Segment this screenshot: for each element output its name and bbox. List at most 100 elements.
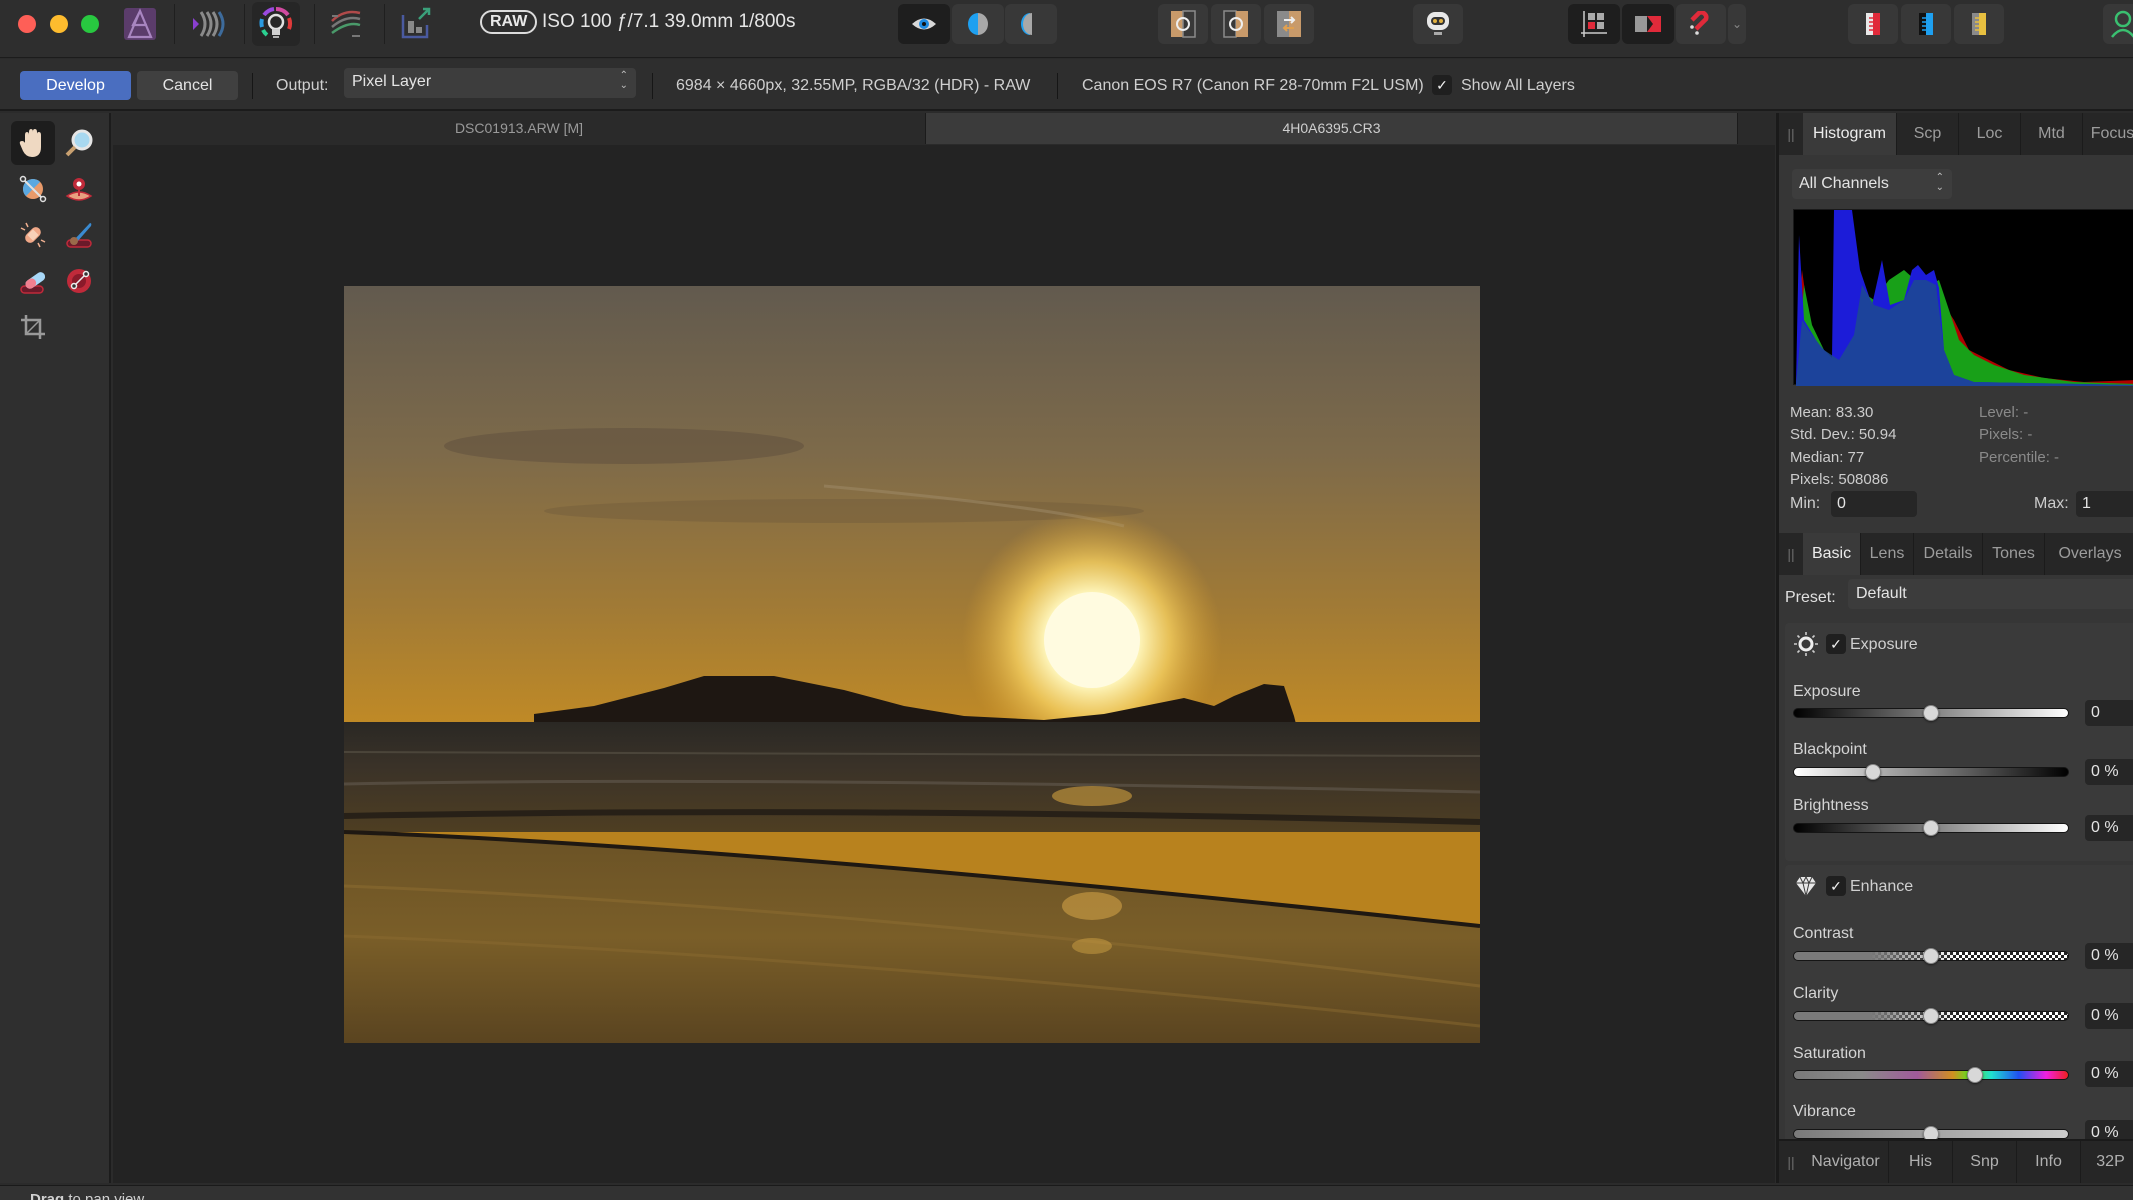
show-all-layers-checkbox[interactable]: ✓: [1432, 75, 1452, 95]
tab-tones[interactable]: Tones: [1983, 533, 2045, 575]
preset-value: Default: [1856, 585, 1907, 602]
overlay-paint-tool[interactable]: [57, 213, 101, 257]
develop-panel-tabs: || Basic Lens Details Tones Overlays: [1779, 533, 2133, 575]
develop-button[interactable]: Develop: [20, 71, 131, 100]
channel-select[interactable]: All Channels ⌃ ⌄: [1792, 169, 1952, 199]
cancel-button[interactable]: Cancel: [137, 71, 238, 100]
rotate-right-button[interactable]: [1211, 4, 1261, 44]
tab-navigator[interactable]: Navigator: [1803, 1141, 1889, 1183]
clipping-overlay-button[interactable]: [1568, 4, 1620, 44]
output-select[interactable]: Pixel Layer ⌃ ⌄: [344, 68, 636, 98]
mirror-view-button[interactable]: [1005, 4, 1057, 44]
document-tab-active[interactable]: 4H0A6395.CR3: [926, 113, 1738, 144]
mirror-view-icon: [1021, 13, 1032, 35]
user-account-button[interactable]: [2103, 4, 2133, 44]
max-label: Max:: [2034, 495, 2069, 512]
clip-midtones-button[interactable]: [1901, 4, 1951, 44]
stat-std-dev: Std. Dev.: 50.94: [1790, 426, 1897, 443]
tab-metadata[interactable]: Mtd: [2021, 113, 2083, 155]
clip-highlights-button[interactable]: [1954, 4, 2004, 44]
tab-snapshots[interactable]: Snp: [1953, 1141, 2017, 1183]
brightness-label: Brightness: [1793, 797, 1869, 814]
exposure-group-title: Exposure: [1850, 636, 1918, 653]
tab-32bit-preview[interactable]: 32P: [2081, 1141, 2133, 1183]
split-view-button[interactable]: [952, 4, 1004, 44]
blackpoint-slider-knob[interactable]: [1865, 764, 1882, 780]
develop-persona-button[interactable]: [252, 2, 300, 46]
red-eye-tool[interactable]: [57, 167, 101, 211]
exposure-enable-checkbox[interactable]: ✓: [1826, 634, 1846, 654]
blackpoint-slider[interactable]: [1793, 767, 2069, 777]
photo-preview[interactable]: [344, 286, 1480, 1043]
hand-tool[interactable]: [11, 121, 55, 165]
min-input[interactable]: 0: [1831, 491, 1917, 517]
export-persona-button[interactable]: [392, 2, 440, 46]
bottom-panel-tabs: || Navigator His Snp Info 32P: [1779, 1139, 2133, 1183]
stat-pixels-hover: Pixels: -: [1979, 426, 2033, 443]
blackpoint-value[interactable]: 0 %: [2085, 759, 2133, 785]
max-input[interactable]: 1: [2076, 491, 2133, 517]
paintbrush-icon: [66, 223, 92, 248]
drag-grip-icon[interactable]: ||: [1779, 1141, 1803, 1183]
drag-grip-icon[interactable]: ||: [1779, 113, 1803, 155]
stat-pixels: Pixels: 508086: [1790, 471, 1889, 488]
preset-select[interactable]: Default: [1848, 579, 2133, 609]
contrast-slider-knob[interactable]: [1923, 948, 1939, 964]
vibrance-label: Vibrance: [1793, 1103, 1856, 1120]
shadow-clip-button[interactable]: [1622, 4, 1674, 44]
saturation-label: Saturation: [1793, 1045, 1866, 1062]
document-tab[interactable]: DSC01913.ARW [M]: [113, 113, 926, 144]
rotate-left-button[interactable]: [1158, 4, 1208, 44]
crop-tool[interactable]: [11, 305, 55, 349]
canvas[interactable]: [113, 145, 1775, 1183]
tab-histogram[interactable]: Histogram: [1803, 113, 1897, 155]
tone-mapping-persona-button[interactable]: [322, 2, 370, 46]
clarity-value[interactable]: 0 %: [2085, 1003, 2133, 1029]
exposure-slider-knob[interactable]: [1923, 705, 1939, 721]
tab-scope[interactable]: Scp: [1897, 113, 1959, 155]
eye-icon: [912, 18, 936, 30]
status-hint-text: to pan view: [64, 1191, 145, 1200]
clipping-icon: [1581, 11, 1607, 37]
rotate-right-icon: [1223, 10, 1248, 38]
tab-lens[interactable]: Lens: [1861, 533, 1914, 575]
brightness-value[interactable]: 0 %: [2085, 815, 2133, 841]
tab-history[interactable]: His: [1889, 1141, 1953, 1183]
zoom-tool[interactable]: [57, 121, 101, 165]
tab-overlays[interactable]: Overlays: [2045, 533, 2133, 575]
window-minimize-button[interactable]: [50, 15, 68, 33]
brightness-slider-knob[interactable]: [1923, 820, 1939, 836]
overlay-erase-tool[interactable]: [11, 259, 55, 303]
overlay-gradient-tool[interactable]: [57, 259, 101, 303]
tab-basic[interactable]: Basic: [1803, 533, 1861, 575]
snapping-button[interactable]: [1676, 4, 1726, 44]
enhance-enable-checkbox[interactable]: ✓: [1826, 876, 1846, 896]
stat-percentile: Percentile: -: [1979, 449, 2060, 466]
liquify-persona-button[interactable]: [184, 2, 232, 46]
red-eye-icon: [65, 178, 93, 201]
white-balance-tool[interactable]: [11, 167, 55, 211]
window-close-button[interactable]: [18, 15, 36, 33]
tab-details[interactable]: Details: [1914, 533, 1983, 575]
clarity-slider-knob[interactable]: [1923, 1008, 1939, 1024]
view-button[interactable]: [898, 4, 950, 44]
clip-shadows-button[interactable]: [1848, 4, 1898, 44]
tab-location[interactable]: Loc: [1959, 113, 2021, 155]
photo-persona-button[interactable]: [116, 2, 164, 46]
tab-focus[interactable]: Focus: [2083, 113, 2133, 155]
magnifier-icon: [65, 129, 93, 157]
swap-button[interactable]: [1264, 4, 1314, 44]
saturation-slider-knob[interactable]: [1967, 1067, 1984, 1083]
assistant-button[interactable]: [1413, 4, 1463, 44]
tab-info[interactable]: Info: [2017, 1141, 2081, 1183]
exposure-value[interactable]: 0: [2085, 700, 2133, 726]
drag-grip-icon[interactable]: ||: [1779, 533, 1803, 575]
snapping-dropdown[interactable]: ⌄: [1728, 4, 1746, 44]
show-all-layers-label: Show All Layers: [1461, 77, 1575, 94]
swap-icon: [1277, 11, 1301, 37]
contrast-value[interactable]: 0 %: [2085, 943, 2133, 969]
blemish-removal-tool[interactable]: [11, 213, 55, 257]
saturation-value[interactable]: 0 %: [2085, 1061, 2133, 1087]
saturation-slider[interactable]: [1793, 1070, 2069, 1080]
window-maximize-button[interactable]: [81, 15, 99, 33]
